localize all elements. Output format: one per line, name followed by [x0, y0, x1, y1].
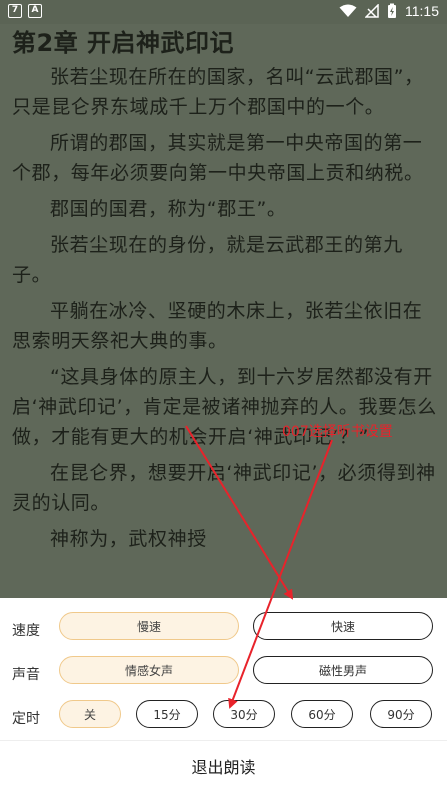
notification-icon: 7 — [8, 4, 22, 18]
sheet-divider — [0, 740, 447, 741]
signal-off-icon — [365, 4, 379, 18]
wifi-icon — [339, 4, 357, 17]
timer-60-button[interactable]: 60分 — [291, 700, 353, 728]
chapter-title: 第2章 开启神武印记 — [12, 29, 235, 57]
voice-male-button[interactable]: 磁性男声 — [253, 656, 433, 684]
reader-paragraph: 张若尘现在所在的国家，名叫“云武郡国”，只是昆仑界东域成千上万个郡国中的一个。 — [12, 66, 424, 118]
timer-30-button[interactable]: 30分 — [213, 700, 275, 728]
status-left-icons: 7 A — [8, 4, 42, 18]
timer-row: 定时 关 15分 30分 60分 90分 — [0, 698, 447, 738]
speed-slow-button[interactable]: 慢速 — [59, 612, 239, 640]
timer-90-button[interactable]: 90分 — [370, 700, 432, 728]
status-time: 11:15 — [405, 3, 439, 19]
reader-paragraph: 所谓的郡国，其实就是第一中央帝国的第一个郡，每年必须要向第一中央帝国上贡和纳税。 — [12, 132, 424, 184]
reader-paragraph: 郡国的国君，称为“郡王”。 — [50, 198, 287, 220]
voice-row: 声音 情感女声 磁性男声 — [0, 654, 447, 694]
reader-paragraph: 神称为，武权神授 — [50, 528, 207, 550]
battery-charging-icon — [388, 3, 396, 18]
status-right-icons: 11:15 — [339, 3, 439, 19]
reader-paragraph: 平躺在冰冷、坚硬的木床上，张若尘依旧在思索明天祭祀大典的事。 — [12, 300, 423, 352]
status-bar: 7 A 11:15 — [0, 0, 447, 24]
speed-row: 速度 慢速 快速 — [0, 610, 447, 650]
annotation-label: 007选择听书设置 — [282, 424, 393, 440]
voice-label: 声音 — [12, 667, 40, 683]
timer-label: 定时 — [12, 711, 40, 727]
timer-off-button[interactable]: 关 — [59, 700, 121, 728]
app-notification-icon: A — [28, 4, 42, 18]
speed-label: 速度 — [12, 623, 40, 639]
reader-paragraph: 在昆仑界，想要开启‘神武印记’，必须得到神灵的认同。 — [12, 462, 436, 514]
timer-15-button[interactable]: 15分 — [136, 700, 198, 728]
tts-settings-panel: 速度 慢速 快速 声音 情感女声 磁性男声 定时 关 15分 30分 60分 9… — [0, 598, 447, 799]
reader-content[interactable]: 第2章 开启神武印记 张若尘现在所在的国家，名叫“云武郡国”，只是昆仑界东域成千… — [0, 24, 447, 598]
speed-fast-button[interactable]: 快速 — [253, 612, 433, 640]
reader-paragraph: 张若尘现在的身份，就是云武郡王的第九子。 — [12, 234, 403, 286]
voice-female-button[interactable]: 情感女声 — [59, 656, 239, 684]
exit-reading-button[interactable]: 退出朗读 — [0, 754, 447, 778]
